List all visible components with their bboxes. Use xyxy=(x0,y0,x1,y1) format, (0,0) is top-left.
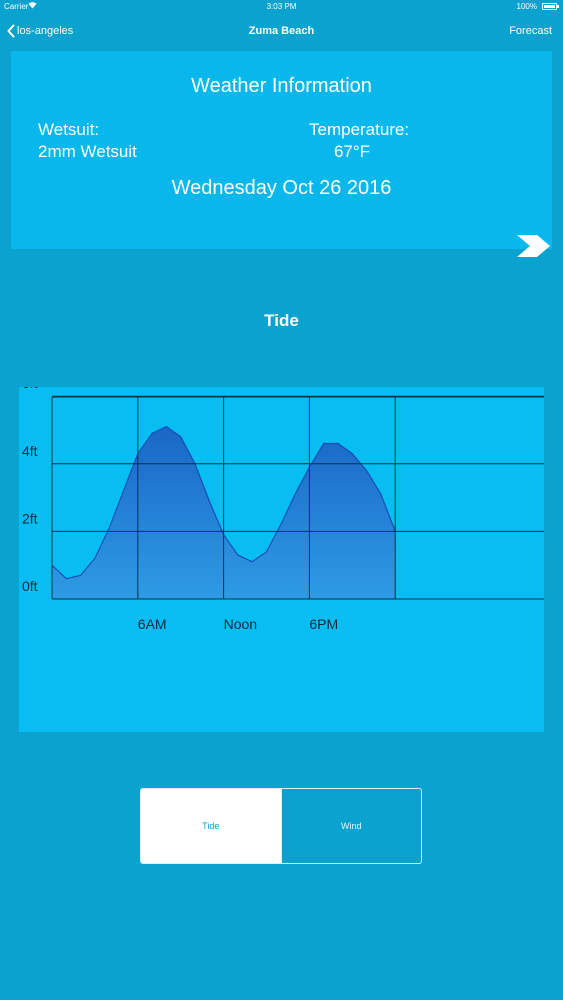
navigation-bar: los-angeles Zuma Beach Forecast xyxy=(0,20,563,44)
tide-chart: 0ft 2ft 4ft 6ft 6AM Noon 6PM xyxy=(19,387,544,732)
y-tick-label: 6ft xyxy=(22,387,38,391)
tide-section-title: Tide xyxy=(264,311,299,330)
y-tick-label: 4ft xyxy=(22,443,38,459)
forecast-button[interactable]: Forecast xyxy=(509,25,552,37)
segment-tide[interactable]: Tide xyxy=(141,789,281,863)
tide-wind-segmented-control: Tide Wind xyxy=(140,788,422,864)
battery-icon xyxy=(542,3,559,10)
x-tick-label: 6PM xyxy=(309,616,338,632)
status-time: 3:03 PM xyxy=(266,2,297,11)
temperature-value: 67°F xyxy=(333,142,371,161)
next-arrow-icon[interactable] xyxy=(517,234,550,258)
y-tick-label: 0ft xyxy=(22,578,38,594)
segment-wind[interactable]: Wind xyxy=(280,789,422,863)
x-tick-label: Noon xyxy=(224,616,257,632)
y-tick-label: 2ft xyxy=(22,510,38,526)
x-tick-label: 6AM xyxy=(138,616,167,632)
weather-card-title: Weather Information xyxy=(191,75,372,97)
temperature-label: Temperature: xyxy=(309,120,410,139)
nav-title: Zuma Beach xyxy=(248,25,315,37)
forecast-date: Wednesday Oct 26 2016 xyxy=(171,177,392,199)
wetsuit-label: Wetsuit: xyxy=(38,120,100,139)
weather-info-card: Weather Information Wetsuit: 2mm Wetsuit… xyxy=(11,51,552,249)
wetsuit-value: 2mm Wetsuit xyxy=(38,142,137,161)
battery-percent: 100% xyxy=(516,2,537,11)
tide-chart-svg: 0ft 2ft 4ft 6ft 6AM Noon 6PM xyxy=(22,387,544,632)
status-bar: Carrier 3:03 PM 100% xyxy=(0,0,563,14)
